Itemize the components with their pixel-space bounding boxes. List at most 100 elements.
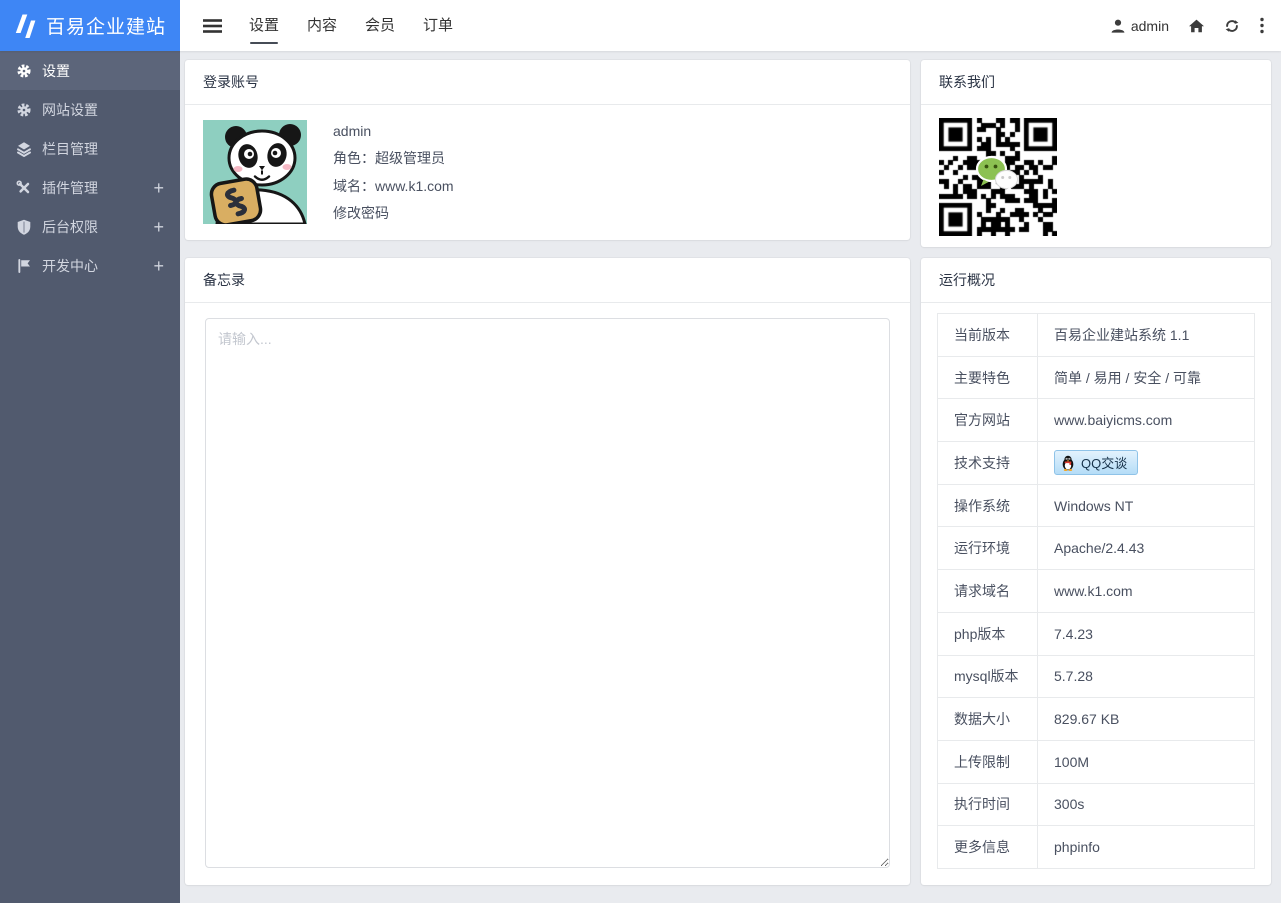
sidebar-item-settings[interactable]: 设置 + <box>0 51 180 90</box>
account-domain: 域名：www.k1.com <box>333 176 454 196</box>
status-table: 当前版本 百易企业建站系统 1.1 主要特色 简单 / 易用 / 安全 / 可靠… <box>937 313 1255 869</box>
status-row-label: 操作系统 <box>938 485 1038 527</box>
sidebar-item-site-settings[interactable]: 网站设置 + <box>0 90 180 129</box>
memo-textarea[interactable] <box>205 318 890 868</box>
status-row-label: 更多信息 <box>938 826 1038 868</box>
wechat-icon <box>974 155 1020 195</box>
system-status-card-title: 运行概况 <box>921 258 1271 303</box>
status-row-label: 执行时间 <box>938 784 1038 826</box>
account-username: admin <box>333 121 454 141</box>
qq-chat-button[interactable]: QQ交谈 <box>1054 450 1138 475</box>
top-header: 百易企业建站 设置内容会员订单 admin <box>0 0 1281 51</box>
flag-icon <box>16 258 32 274</box>
status-row-value: 300s <box>1038 784 1100 826</box>
main-content: 登录账号 <box>180 51 1281 903</box>
status-table-row: 数据大小 829.67 KB <box>938 698 1254 741</box>
status-row-label: mysql版本 <box>938 656 1038 698</box>
status-row-label: 技术支持 <box>938 442 1038 484</box>
status-row-label: 官方网站 <box>938 399 1038 441</box>
memo-body <box>185 303 910 885</box>
status-row-label: 请求域名 <box>938 570 1038 612</box>
change-password-link[interactable]: 修改密码 <box>333 203 454 223</box>
status-table-row: 主要特色 简单 / 易用 / 安全 / 可靠 <box>938 357 1254 400</box>
header-right: admin <box>1110 0 1281 51</box>
contact-body <box>921 105 1271 249</box>
tab-settings[interactable]: 设置 <box>249 0 279 51</box>
user-icon <box>1110 18 1126 34</box>
hamburger-icon[interactable] <box>190 18 235 34</box>
sidebar-item-label: 开发中心 <box>42 256 98 276</box>
memo-card: 备忘录 <box>185 258 910 885</box>
system-status-body: 当前版本 百易企业建站系统 1.1 主要特色 简单 / 易用 / 安全 / 可靠… <box>921 303 1271 885</box>
sidebar-item-label: 后台权限 <box>42 217 98 237</box>
refresh-icon[interactable] <box>1224 18 1240 34</box>
tab-content[interactable]: 内容 <box>307 0 337 51</box>
home-icon[interactable] <box>1188 18 1205 34</box>
nav-tabs: 设置内容会员订单 <box>235 0 467 51</box>
status-row-value: Apache/2.4.43 <box>1038 527 1160 569</box>
status-row-value: QQ交谈 <box>1038 442 1154 484</box>
gear-icon <box>16 63 32 79</box>
shield-icon <box>16 219 32 235</box>
account-role: 角色：超级管理员 <box>333 148 454 168</box>
status-row-label: 主要特色 <box>938 357 1038 399</box>
sidebar-item-plugins[interactable]: 插件管理 + <box>0 168 180 207</box>
plus-icon[interactable]: + <box>153 179 164 197</box>
status-row-value: 829.67 KB <box>1038 698 1135 740</box>
status-row-label: 上传限制 <box>938 741 1038 783</box>
sidebar-item-label: 设置 <box>42 61 70 81</box>
brand-title: 百易企业建站 <box>46 12 166 39</box>
status-row-value: www.k1.com <box>1038 570 1149 612</box>
status-row-value: Windows NT <box>1038 485 1149 527</box>
status-row-label: php版本 <box>938 613 1038 655</box>
current-user[interactable]: admin <box>1110 18 1169 34</box>
sidebar-item-label: 插件管理 <box>42 178 98 198</box>
kebab-menu-icon[interactable] <box>1259 17 1265 34</box>
status-row-value: 7.4.23 <box>1038 613 1109 655</box>
sidebar-item-permissions[interactable]: 后台权限 + <box>0 207 180 246</box>
right-column: 联系我们 运行概况 <box>921 60 1271 885</box>
tools-icon <box>16 180 32 196</box>
memo-card-title: 备忘录 <box>185 258 910 303</box>
layers-icon <box>16 141 32 157</box>
status-table-row: 技术支持 QQ交谈 <box>938 442 1254 485</box>
status-row-label: 数据大小 <box>938 698 1038 740</box>
status-table-row: 更多信息 phpinfo <box>938 826 1254 868</box>
gear-icon <box>16 102 32 118</box>
status-table-row: 执行时间 300s <box>938 784 1254 827</box>
sidebar-item-dev-center[interactable]: 开发中心 + <box>0 246 180 285</box>
panda-avatar <box>203 120 307 224</box>
status-table-row: mysql版本 5.7.28 <box>938 656 1254 699</box>
account-info: admin 角色：超级管理员 域名：www.k1.com 修改密码 <box>333 120 454 224</box>
brand-logo[interactable]: 百易企业建站 <box>0 0 180 51</box>
status-row-value: www.baiyicms.com <box>1038 399 1188 441</box>
login-account-body: admin 角色：超级管理员 域名：www.k1.com 修改密码 <box>185 105 910 239</box>
username-label: admin <box>1131 18 1169 34</box>
sidebar-item-columns[interactable]: 栏目管理 + <box>0 129 180 168</box>
system-status-card: 运行概况 当前版本 百易企业建站系统 1.1 主要特色 简单 / 易用 / 安全… <box>921 258 1271 885</box>
status-row-value: 百易企业建站系统 1.1 <box>1038 314 1205 356</box>
status-table-row: 运行环境 Apache/2.4.43 <box>938 527 1254 570</box>
left-column: 登录账号 <box>185 60 910 885</box>
status-table-row: 当前版本 百易企业建站系统 1.1 <box>938 314 1254 357</box>
login-account-card: 登录账号 <box>185 60 910 240</box>
sidebar-item-label: 栏目管理 <box>42 139 98 159</box>
status-row-label: 运行环境 <box>938 527 1038 569</box>
sidebar-item-label: 网站设置 <box>42 100 98 120</box>
tab-orders[interactable]: 订单 <box>423 0 453 51</box>
status-table-row: 操作系统 Windows NT <box>938 485 1254 528</box>
brand-slashes-icon <box>13 12 37 40</box>
tab-members[interactable]: 会员 <box>365 0 395 51</box>
status-row-value: 简单 / 易用 / 安全 / 可靠 <box>1038 357 1217 399</box>
status-table-row: 请求域名 www.k1.com <box>938 570 1254 613</box>
plus-icon[interactable]: + <box>153 257 164 275</box>
status-row-value: 5.7.28 <box>1038 656 1109 698</box>
qq-chat-label: QQ交谈 <box>1081 453 1127 472</box>
status-row-label: 当前版本 <box>938 314 1038 356</box>
status-row-value: phpinfo <box>1038 826 1116 868</box>
wechat-qr-code <box>939 118 1057 236</box>
contact-card-title: 联系我们 <box>921 60 1271 105</box>
status-table-row: 上传限制 100M <box>938 741 1254 784</box>
plus-icon[interactable]: + <box>153 218 164 236</box>
status-table-row: 官方网站 www.baiyicms.com <box>938 399 1254 442</box>
